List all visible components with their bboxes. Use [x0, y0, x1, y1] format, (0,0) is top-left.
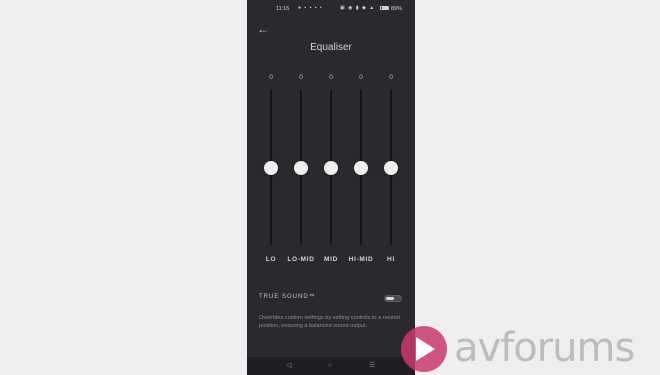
true-sound-toggle[interactable] [384, 295, 402, 302]
band-lo-mid: 0 LO-MID [287, 70, 315, 270]
slider-thumb[interactable] [264, 160, 278, 175]
band-value: 0 [269, 74, 273, 81]
system-status-icons: ▣ ◉ ▮ ◆ ▲ [340, 5, 376, 11]
band-lo: 0 LO [257, 70, 285, 270]
watermark-text: avforums [454, 325, 635, 371]
nav-back-icon[interactable]: ◁ [286, 361, 291, 370]
avforums-watermark: avforums [398, 323, 660, 375]
arrow-left-icon: ← [257, 22, 269, 36]
battery-percentage: 89% [391, 6, 403, 12]
nav-recents-icon[interactable]: ☰ [369, 361, 375, 370]
slider-thumb[interactable] [294, 160, 308, 175]
nav-home-icon[interactable]: ○ [328, 361, 332, 370]
slider-thumb[interactable] [324, 160, 338, 175]
battery-icon [380, 6, 389, 10]
slider-thumb[interactable] [384, 160, 398, 175]
page-title: Equaliser [310, 42, 352, 53]
slider-thumb[interactable] [354, 160, 368, 175]
equaliser-panel: 0 LO 0 LO-MID 0 MID 0 HI-MID 0 HI [247, 70, 415, 270]
phone-screen: 11:15 ● ▪ ▪ ▪ • ▣ ◉ ▮ ◆ ▲ 89% ← Equalise… [247, 0, 415, 375]
true-sound-description: Overrides custom settings by setting con… [259, 315, 400, 329]
band-value: 0 [359, 74, 363, 81]
back-button[interactable]: ← [256, 22, 270, 36]
band-value: 0 [299, 74, 303, 81]
true-sound-label: TRUE SOUND™ [259, 294, 316, 300]
navigation-bar: ◁ ○ ☰ [247, 357, 415, 375]
play-icon [416, 337, 435, 361]
notification-icons: ● ▪ ▪ ▪ • [298, 5, 323, 11]
band-hi-mid: 0 HI-MID [347, 70, 375, 270]
status-bar: 11:15 ● ▪ ▪ ▪ • ▣ ◉ ▮ ◆ ▲ 89% [247, 0, 415, 18]
band-hi: 0 HI [377, 70, 405, 270]
band-mid: 0 MID [317, 70, 345, 270]
status-time: 11:15 [276, 6, 290, 12]
toggle-knob [386, 297, 394, 300]
band-label: HI [387, 256, 395, 263]
band-value: 0 [389, 74, 393, 81]
band-value: 0 [329, 74, 333, 81]
